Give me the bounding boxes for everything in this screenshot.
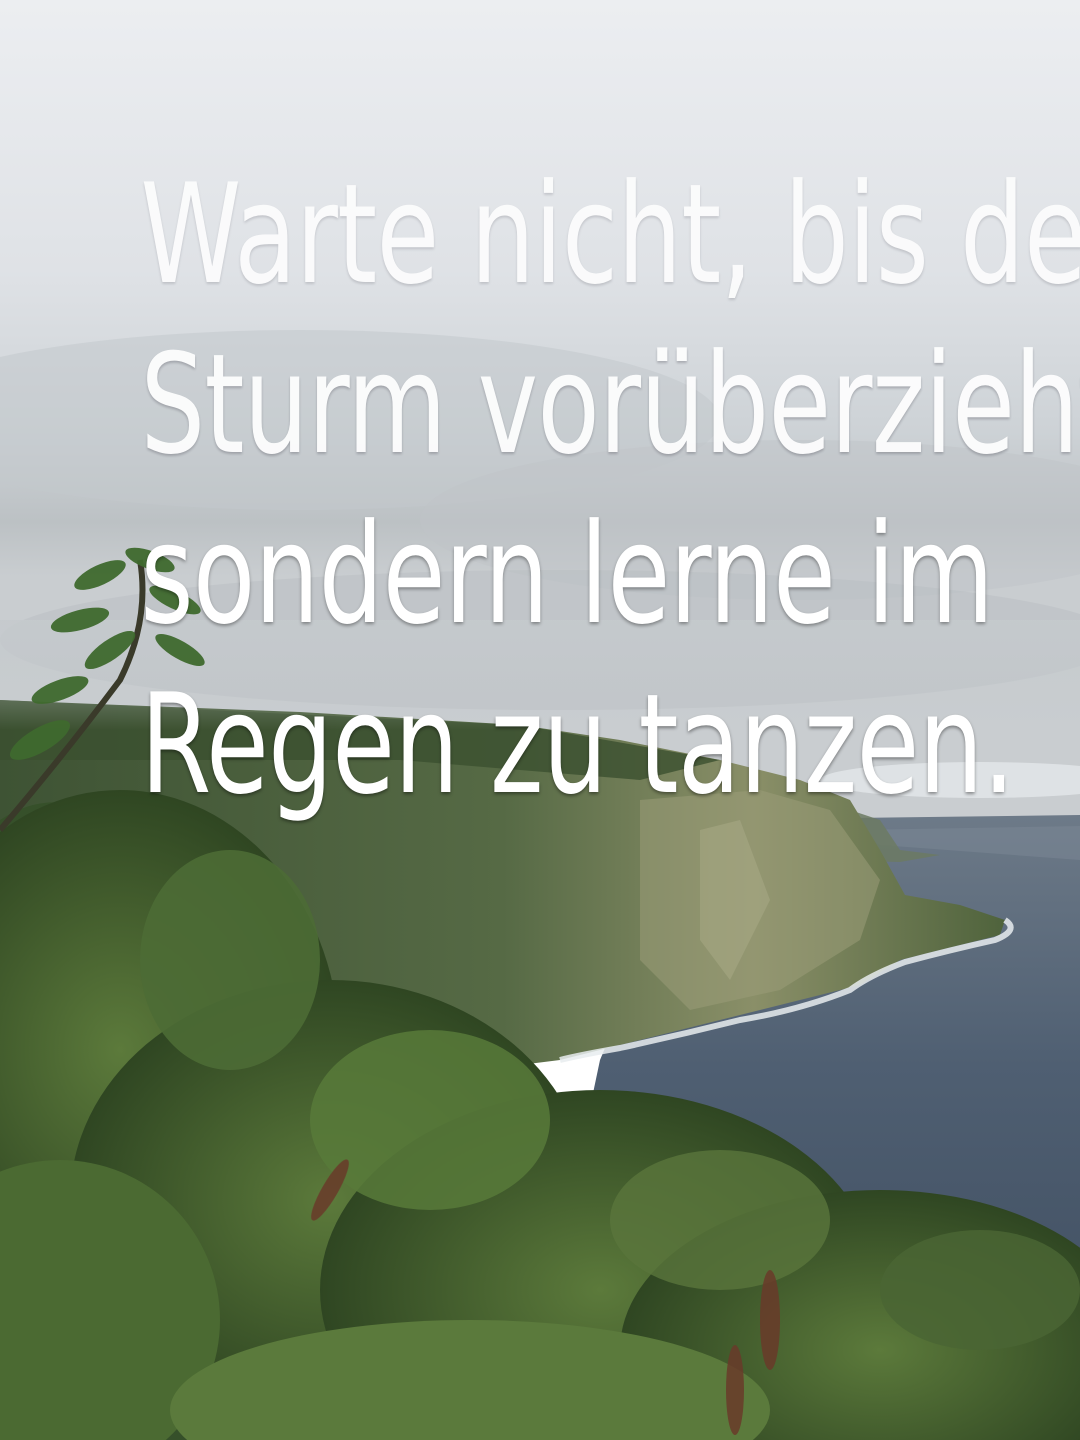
- quote-line-4: Regen zu tanzen.: [140, 664, 1015, 825]
- quote-line-1: Warte nicht, bis der: [140, 154, 1080, 315]
- quote-line-3: sondern lerne im: [140, 494, 994, 655]
- photo-scene: Warte nicht, bis der Sturm vorüberzieht,…: [0, 0, 1080, 1440]
- quote-text: Warte nicht, bis der Sturm vorüberzieht,…: [0, 150, 1080, 830]
- quote-line-2: Sturm vorüberzieht,: [140, 324, 1080, 485]
